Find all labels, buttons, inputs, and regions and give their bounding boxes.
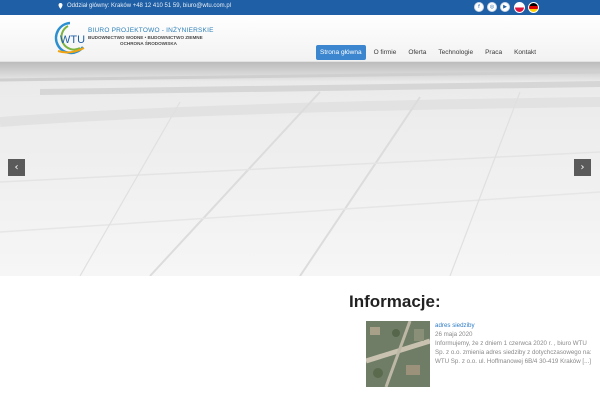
brand-subtitle-1: BUDOWNICTWO WODNE • BUDOWNICTWO ZIEMNE	[88, 35, 203, 40]
nav-item-offer[interactable]: Oferta	[404, 45, 430, 60]
brand-title: BIURO PROJEKTOWO - INŻYNIERSKIE	[88, 27, 214, 34]
site-header: WTU BIURO PROJEKTOWO - INŻYNIERSKIE BUDO…	[0, 15, 600, 62]
top-info-bar: Oddział główny: Kraków +48 12 410 51 59,…	[0, 0, 600, 15]
office-contact-text: Oddział główny: Kraków +48 12 410 51 59,…	[67, 3, 232, 9]
facebook-icon[interactable]: f	[474, 2, 484, 12]
main-navigation: Strona główna O firmie Oferta Technologi…	[316, 45, 540, 60]
de-flag-icon[interactable]	[528, 2, 539, 13]
aerial-photo	[0, 70, 600, 276]
nav-item-home[interactable]: Strona główna	[316, 45, 366, 60]
news-title-link[interactable]: adres siedziby	[435, 321, 597, 330]
hero-slider[interactable]: ‹ ›	[0, 62, 600, 276]
location-pin-icon	[58, 3, 63, 9]
news-text: adres siedziby 26 maja 2020 Informujemy,…	[435, 321, 597, 366]
news-excerpt: Informujemy, że z dniem 1 czerwca 2020 r…	[435, 340, 592, 365]
info-heading: Informacje:	[349, 292, 441, 311]
slider-next-button[interactable]: ›	[574, 159, 591, 176]
pl-flag-icon[interactable]	[514, 2, 525, 13]
brand-subtitle-2: OCHRONA ŚRODOWISKA	[120, 41, 177, 46]
news-date: 26 maja 2020	[435, 331, 473, 338]
nav-item-about[interactable]: O firmie	[370, 45, 401, 60]
youtube-icon[interactable]: ▶	[500, 2, 510, 12]
nav-item-contact[interactable]: Kontakt	[510, 45, 540, 60]
language-switcher	[514, 2, 539, 13]
nav-item-technologies[interactable]: Technologie	[434, 45, 477, 60]
wtu-logo[interactable]: WTU	[50, 21, 90, 55]
logo-text: WTU	[60, 34, 85, 46]
nav-item-jobs[interactable]: Praca	[481, 45, 506, 60]
office-info: Oddział główny: Kraków +48 12 410 51 59,…	[58, 3, 231, 9]
news-thumbnail[interactable]	[366, 321, 430, 387]
rss-icon[interactable]: ◎	[487, 2, 497, 12]
slider-prev-button[interactable]: ‹	[8, 159, 25, 176]
social-icons: f ◎ ▶	[474, 2, 510, 12]
